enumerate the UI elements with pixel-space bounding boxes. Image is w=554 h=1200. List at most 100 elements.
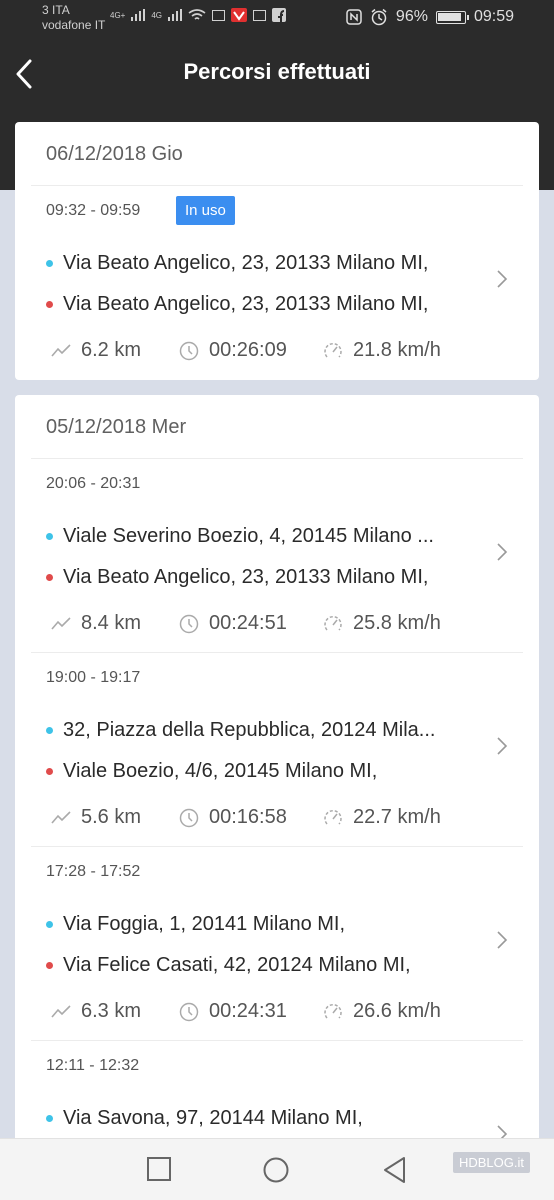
distance-stat: 8.4 km bbox=[51, 612, 179, 635]
nfc-icon bbox=[346, 9, 362, 25]
end-address: Via Beato Angelico, 23, 20133 Milano MI, bbox=[46, 293, 428, 316]
distance-value: 6.3 km bbox=[81, 1000, 142, 1022]
end-address: Via Beato Angelico, 23, 20133 Milano MI, bbox=[46, 566, 428, 589]
end-address: Via Felice Casati, 42, 20124 Milano MI, bbox=[46, 954, 411, 977]
speed-stat: 25.8 km/h bbox=[323, 612, 441, 635]
battery-icon bbox=[435, 10, 469, 24]
speed-stat: 21.8 km/h bbox=[323, 339, 441, 362]
chevron-right-icon bbox=[497, 931, 508, 949]
signal-icon bbox=[168, 9, 183, 21]
distance-value: 6.2 km bbox=[81, 339, 142, 361]
start-address-text: Via Foggia, 1, 20141 Milano MI, bbox=[63, 913, 346, 935]
carrier-bottom: vodafone IT bbox=[42, 18, 106, 32]
end-address: Viale Boezio, 4/6, 20145 Milano MI, bbox=[46, 760, 377, 783]
start-address: Via Savona, 97, 20144 Milano MI, bbox=[46, 1107, 363, 1130]
clock-icon bbox=[179, 341, 199, 360]
mail-icon bbox=[212, 9, 226, 21]
chevron-right-icon bbox=[497, 543, 508, 561]
distance-icon bbox=[51, 1004, 71, 1018]
trip-stats: 6.2 km 00:26:09 21.8 km/h bbox=[51, 339, 441, 362]
distance-icon bbox=[51, 810, 71, 824]
start-address: Viale Severino Boezio, 4, 20145 Milano .… bbox=[46, 525, 434, 548]
start-address-text: Viale Severino Boezio, 4, 20145 Milano .… bbox=[63, 525, 434, 547]
watermark: HDBLOG.it bbox=[452, 1152, 530, 1173]
distance-value: 8.4 km bbox=[81, 612, 142, 634]
duration-stat: 00:24:51 bbox=[179, 612, 323, 635]
clock-icon bbox=[179, 808, 199, 827]
vodafone-app-icon bbox=[231, 8, 248, 22]
battery-percent: 96% bbox=[395, 8, 428, 25]
day-card: 05/12/2018 Mer 20:06 - 20:31 Viale Sever… bbox=[15, 395, 539, 1155]
status-icons-left: 4G+ 4G bbox=[110, 8, 287, 22]
wifi-icon bbox=[188, 8, 206, 20]
speed-value: 26.6 km/h bbox=[353, 1000, 441, 1022]
mail-icon bbox=[253, 9, 267, 21]
duration-value: 00:24:51 bbox=[209, 612, 287, 634]
speed-value: 25.8 km/h bbox=[353, 612, 441, 634]
start-address: Via Beato Angelico, 23, 20133 Milano MI, bbox=[46, 252, 428, 275]
facebook-icon bbox=[272, 8, 287, 22]
speedometer-icon bbox=[324, 1003, 342, 1018]
trip-time: 17:28 - 17:52 bbox=[46, 863, 141, 880]
trip-stats: 6.3 km 00:24:31 26.6 km/h bbox=[51, 1000, 441, 1023]
speed-value: 22.7 km/h bbox=[353, 806, 441, 828]
duration-value: 00:16:58 bbox=[209, 806, 287, 828]
signal-icon bbox=[131, 9, 146, 21]
end-dot-icon bbox=[46, 768, 53, 775]
status-bar: 3 ITA vodafone IT 4G+ 4G 96% 09:59 bbox=[0, 0, 554, 38]
start-dot-icon bbox=[46, 533, 53, 540]
distance-icon bbox=[51, 343, 71, 357]
trip-item[interactable]: 17:28 - 17:52 Via Foggia, 1, 20141 Milan… bbox=[31, 847, 523, 1041]
duration-value: 00:24:31 bbox=[209, 1000, 287, 1022]
duration-stat: 00:24:31 bbox=[179, 1000, 323, 1023]
home-button[interactable] bbox=[262, 1156, 290, 1184]
start-address-text: Via Beato Angelico, 23, 20133 Milano MI, bbox=[63, 252, 429, 274]
distance-value: 5.6 km bbox=[81, 806, 142, 828]
page-title: Percorsi effettuati bbox=[183, 59, 371, 84]
clock-icon bbox=[179, 1002, 199, 1021]
network-type-2: 4G bbox=[151, 10, 163, 20]
app-header: Percorsi effettuati bbox=[0, 48, 554, 98]
speedometer-icon bbox=[324, 342, 342, 357]
trip-item[interactable]: 09:32 - 09:59 In uso Via Beato Angelico,… bbox=[31, 186, 523, 380]
start-address: 32, Piazza della Repubblica, 20124 Mila.… bbox=[46, 719, 435, 742]
start-dot-icon bbox=[46, 921, 53, 928]
end-address-text: Viale Boezio, 4/6, 20145 Milano MI, bbox=[63, 760, 378, 782]
start-address: Via Foggia, 1, 20141 Milano MI, bbox=[46, 913, 345, 936]
in-use-badge: In uso bbox=[176, 196, 235, 225]
trip-time: 20:06 - 20:31 bbox=[46, 475, 141, 492]
status-icons-right: 96% 09:59 bbox=[346, 8, 514, 26]
status-time: 09:59 bbox=[473, 8, 514, 25]
chevron-right-icon bbox=[497, 270, 508, 288]
recent-apps-button[interactable] bbox=[146, 1156, 172, 1182]
duration-value: 00:26:09 bbox=[209, 339, 287, 361]
speed-stat: 22.7 km/h bbox=[323, 806, 441, 829]
trip-item[interactable]: 20:06 - 20:31 Viale Severino Boezio, 4, … bbox=[31, 459, 523, 653]
start-address-text: Via Savona, 97, 20144 Milano MI, bbox=[63, 1107, 363, 1129]
day-card: 06/12/2018 Gio 09:32 - 09:59 In uso Via … bbox=[15, 122, 539, 380]
start-dot-icon bbox=[46, 727, 53, 734]
day-date: 06/12/2018 Gio bbox=[31, 122, 523, 186]
end-dot-icon bbox=[46, 962, 53, 969]
duration-stat: 00:16:58 bbox=[179, 806, 323, 829]
clock-icon bbox=[179, 614, 199, 633]
start-dot-icon bbox=[46, 1115, 53, 1122]
start-address-text: 32, Piazza della Repubblica, 20124 Mila.… bbox=[63, 719, 436, 741]
trip-stats: 8.4 km 00:24:51 25.8 km/h bbox=[51, 612, 441, 635]
trip-item[interactable]: 19:00 - 19:17 32, Piazza della Repubblic… bbox=[31, 653, 523, 847]
chevron-right-icon bbox=[497, 737, 508, 755]
trip-stats: 5.6 km 00:16:58 22.7 km/h bbox=[51, 806, 441, 829]
distance-icon bbox=[51, 616, 71, 630]
alarm-icon bbox=[371, 8, 387, 26]
end-address-text: Via Beato Angelico, 23, 20133 Milano MI, bbox=[63, 566, 429, 588]
distance-stat: 6.2 km bbox=[51, 339, 179, 362]
trip-time: 09:32 - 09:59 bbox=[46, 202, 141, 219]
start-dot-icon bbox=[46, 260, 53, 267]
end-address-text: Via Felice Casati, 42, 20124 Milano MI, bbox=[63, 954, 411, 976]
trip-time: 12:11 - 12:32 bbox=[46, 1057, 140, 1074]
nav-back-button[interactable] bbox=[382, 1156, 408, 1184]
end-dot-icon bbox=[46, 574, 53, 581]
trip-time: 19:00 - 19:17 bbox=[46, 669, 141, 686]
day-date: 05/12/2018 Mer bbox=[31, 395, 523, 459]
speedometer-icon bbox=[324, 615, 342, 630]
